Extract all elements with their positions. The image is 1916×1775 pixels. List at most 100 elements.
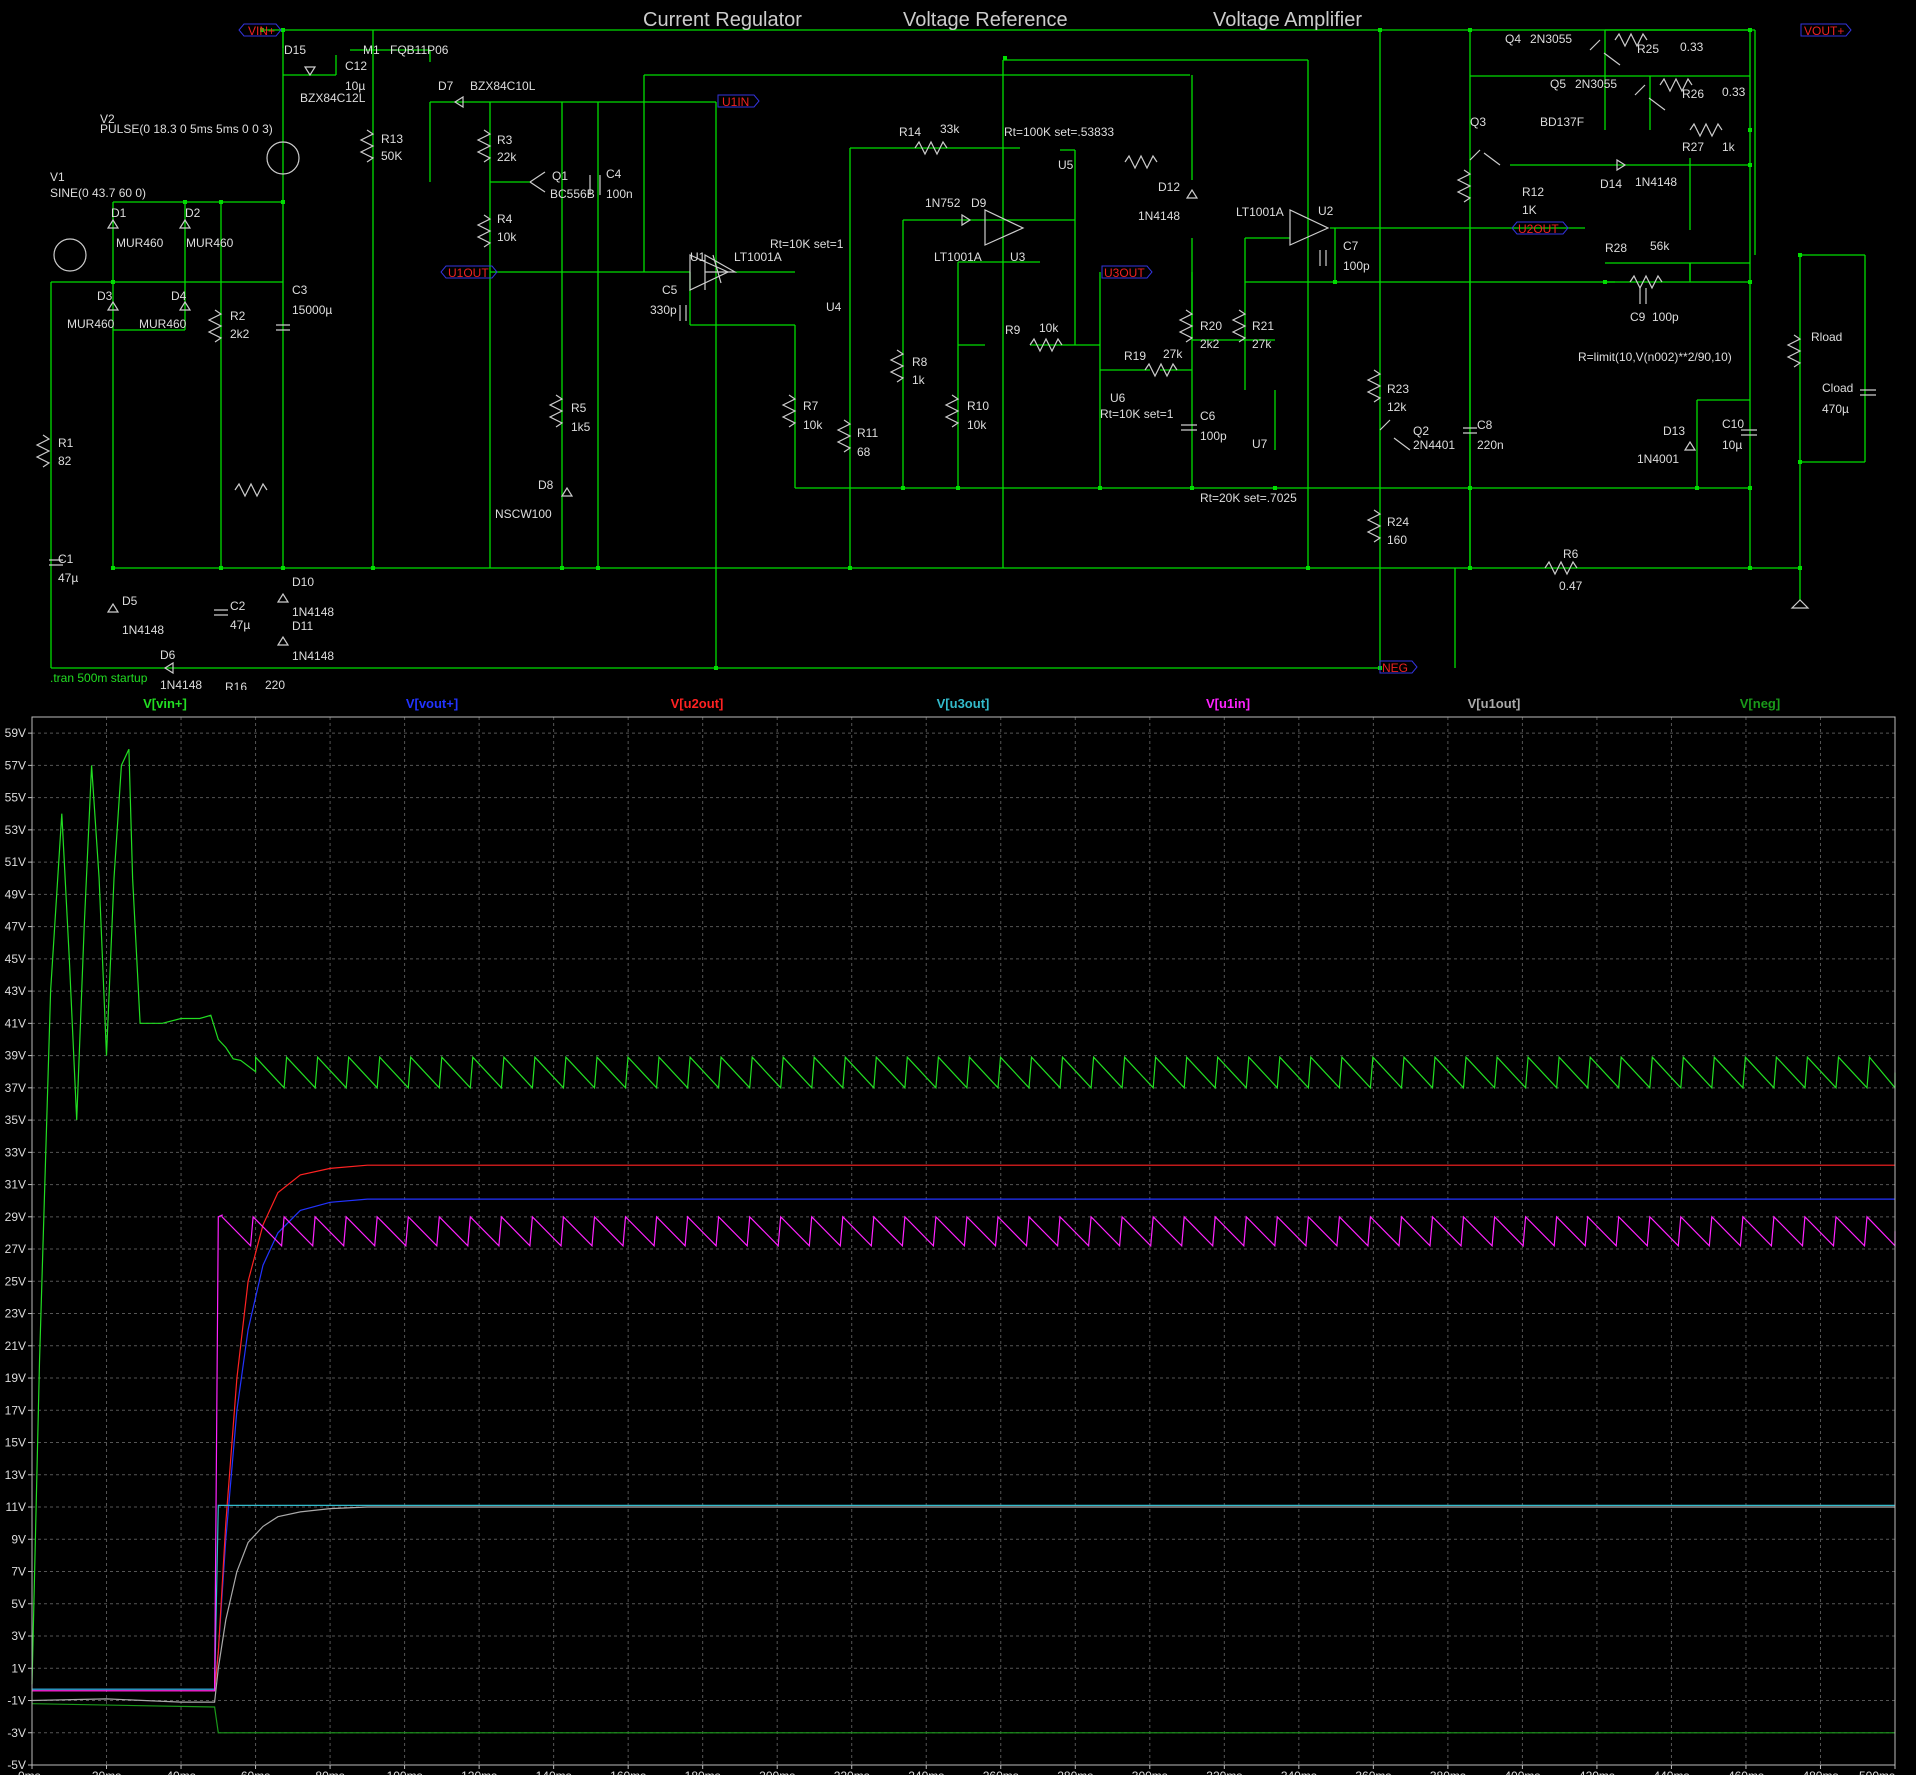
component-value-u4[interactable]: Rt=10K set=1 xyxy=(770,237,844,251)
component-ref-r27[interactable]: R27 xyxy=(1682,140,1704,154)
component-ref-c1[interactable]: C1 xyxy=(58,552,74,566)
component-ref-c6[interactable]: C6 xyxy=(1200,409,1216,423)
component-ref-q3[interactable]: Q3 xyxy=(1470,115,1486,129)
component-ref-r6[interactable]: R6 xyxy=(1563,547,1579,561)
component-value-d11[interactable]: 1N4148 xyxy=(292,649,334,663)
legend-vu1in[interactable]: V[u1in] xyxy=(1206,696,1250,711)
component-value-u6[interactable]: Rt=10K set=1 xyxy=(1100,407,1174,421)
component-ref-r16[interactable]: R16 xyxy=(225,680,247,690)
component-value-r23[interactable]: 12k xyxy=(1387,400,1407,414)
component-ref-cload[interactable]: Cload xyxy=(1822,381,1853,395)
component-ref-c12[interactable]: C12 xyxy=(345,59,367,73)
legend-vvin[interactable]: V[vin+] xyxy=(143,696,187,711)
component-ref-c3[interactable]: C3 xyxy=(292,283,308,297)
component-value-d5[interactable]: 1N4148 xyxy=(122,623,164,637)
component-ref-c10[interactable]: C10 xyxy=(1722,417,1744,431)
component-value-c7[interactable]: 100p xyxy=(1343,259,1370,273)
waveform-viewer[interactable]: V[vin+] V[vout+] V[u2out] V[u3out] V[u1in] V[… xyxy=(0,690,1916,1775)
component-value-c4[interactable]: 100n xyxy=(606,187,633,201)
component-value-u2[interactable]: LT1001A xyxy=(1236,205,1284,219)
component-ref-d11[interactable]: D11 xyxy=(292,619,313,633)
component-value-r2[interactable]: 2k2 xyxy=(230,327,250,341)
component-value-rload[interactable]: R=limit(10,V(n002)**2/90,10) xyxy=(1578,350,1732,364)
component-value-c9[interactable]: 100p xyxy=(1652,310,1679,324)
component-value-r7[interactable]: 10k xyxy=(803,418,823,432)
component-ref-c5[interactable]: C5 xyxy=(662,283,678,297)
component-ref-d5[interactable]: D5 xyxy=(122,594,138,608)
component-ref-r23[interactable]: R23 xyxy=(1387,382,1409,396)
component-ref-r1[interactable]: R1 xyxy=(58,436,74,450)
component-value-c12[interactable]: 10µ xyxy=(345,79,365,93)
component-value-r28[interactable]: 56k xyxy=(1650,239,1670,253)
component-ref-rload[interactable]: Rload xyxy=(1811,330,1842,344)
component-value-r3[interactable]: 22k xyxy=(497,150,517,164)
component-value-u5[interactable]: Rt=100K set=.53833 xyxy=(1004,125,1114,139)
component-ref-r5[interactable]: R5 xyxy=(571,401,587,415)
component-value-r8[interactable]: 1k xyxy=(912,373,926,387)
component-value-d15[interactable]: BZX84C12L xyxy=(300,91,366,105)
component-value-r27[interactable]: 1k xyxy=(1722,140,1736,154)
component-value-c5[interactable]: 330p xyxy=(650,303,677,317)
component-value-c1[interactable]: 47µ xyxy=(58,571,78,585)
component-ref-d14[interactable]: D14 xyxy=(1600,177,1622,191)
component-ref-r14[interactable]: R14 xyxy=(899,125,921,139)
component-value-r6[interactable]: 0.47 xyxy=(1559,579,1583,593)
component-value-r21[interactable]: 27k xyxy=(1252,337,1272,351)
component-value-r12[interactable]: 1K xyxy=(1522,203,1537,217)
component-value-d8[interactable]: NSCW100 xyxy=(495,507,552,521)
component-value-u3[interactable]: LT1001A xyxy=(934,250,982,264)
component-ref-u3[interactable]: U3 xyxy=(1010,250,1026,264)
component-value-r25[interactable]: 0.33 xyxy=(1680,40,1704,54)
component-value-c2[interactable]: 47µ xyxy=(230,618,250,632)
component-ref-u5[interactable]: U5 xyxy=(1058,158,1074,172)
component-value-d9[interactable]: 1N752 xyxy=(925,196,961,210)
component-ref-u1[interactable]: U1 xyxy=(690,250,706,264)
component-ref-d13[interactable]: D13 xyxy=(1663,424,1685,438)
component-value-c3[interactable]: 15000µ xyxy=(292,303,332,317)
legend-vvout[interactable]: V[vout+] xyxy=(406,696,458,711)
component-value-r26[interactable]: 0.33 xyxy=(1722,85,1746,99)
component-value-c10[interactable]: 10µ xyxy=(1722,438,1742,452)
component-ref-r8[interactable]: R8 xyxy=(912,355,928,369)
component-value-d7[interactable]: BZX84C10L xyxy=(470,79,536,93)
component-ref-d2[interactable]: D2 xyxy=(185,206,201,220)
legend-vu1out[interactable]: V[u1out] xyxy=(1468,696,1521,711)
component-ref-d7[interactable]: D7 xyxy=(438,79,454,93)
component-ref-q5[interactable]: Q5 xyxy=(1550,77,1566,91)
component-value-cload[interactable]: 470µ xyxy=(1822,402,1849,416)
component-ref-r2[interactable]: R2 xyxy=(230,309,246,323)
component-value-r13[interactable]: 50K xyxy=(381,149,402,163)
component-value-r14[interactable]: 33k xyxy=(940,122,960,136)
component-ref-r3[interactable]: R3 xyxy=(497,133,513,147)
component-ref-c2[interactable]: C2 xyxy=(230,599,246,613)
component-ref-r28[interactable]: R28 xyxy=(1605,241,1627,255)
component-ref-r11[interactable]: R11 xyxy=(857,426,878,440)
component-ref-d3[interactable]: D3 xyxy=(97,289,113,303)
component-ref-r12[interactable]: R12 xyxy=(1522,185,1544,199)
component-value-r9[interactable]: 10k xyxy=(1039,321,1059,335)
component-value-q2[interactable]: 2N4401 xyxy=(1413,438,1455,452)
component-value-r20[interactable]: 2k2 xyxy=(1200,337,1220,351)
component-value-d13[interactable]: 1N4001 xyxy=(1637,452,1679,466)
schematic-editor[interactable]: Current Regulator Voltage Reference Volt… xyxy=(0,0,1916,690)
component-ref-r13[interactable]: R13 xyxy=(381,132,403,146)
component-ref-r10[interactable]: R10 xyxy=(967,399,989,413)
component-value-d10[interactable]: 1N4148 xyxy=(292,605,334,619)
component-ref-r4[interactable]: R4 xyxy=(497,212,513,226)
component-ref-r21[interactable]: R21 xyxy=(1252,319,1274,333)
component-ref-r24[interactable]: R24 xyxy=(1387,515,1409,529)
component-value-m1[interactable]: FQB11P06 xyxy=(390,43,449,57)
component-ref-d1[interactable]: D1 xyxy=(111,206,127,220)
component-value-r11[interactable]: 68 xyxy=(857,445,871,459)
component-value-r16[interactable]: 220 xyxy=(265,678,285,690)
component-ref-r9[interactable]: R9 xyxy=(1005,323,1021,337)
spice-directive[interactable]: .tran 500m startup xyxy=(50,671,148,685)
component-ref-d4[interactable]: D4 xyxy=(171,289,187,303)
component-ref-d8[interactable]: D8 xyxy=(538,478,554,492)
component-ref-c4[interactable]: C4 xyxy=(606,167,622,181)
component-ref-c8[interactable]: C8 xyxy=(1477,418,1493,432)
component-ref-u6[interactable]: U6 xyxy=(1110,391,1126,405)
component-ref-q4[interactable]: Q4 xyxy=(1505,32,1521,46)
legend-vneg[interactable]: V[neg] xyxy=(1740,696,1780,711)
component-value-q4[interactable]: 2N3055 xyxy=(1530,32,1572,46)
